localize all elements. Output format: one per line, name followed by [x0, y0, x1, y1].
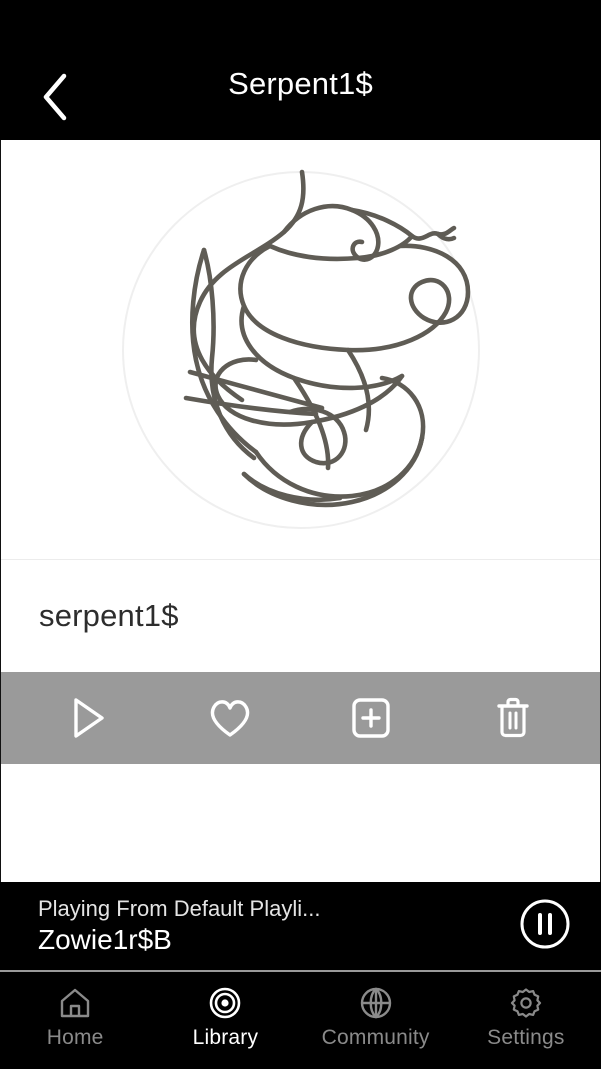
favorite-button[interactable] [194, 682, 266, 754]
pause-button[interactable] [517, 898, 573, 954]
play-icon [68, 696, 108, 740]
home-icon [58, 986, 92, 1020]
nav-label-home: Home [46, 1026, 104, 1049]
artwork-container [1, 140, 600, 560]
nav-item-settings[interactable]: Settings [451, 986, 601, 1050]
now-playing-title: Zowie1r$B [38, 924, 172, 955]
heart-icon [207, 697, 253, 739]
add-to-playlist-button[interactable] [335, 682, 407, 754]
now-playing-bar[interactable]: Playing From Default Playli... Zowie1r$B [0, 882, 601, 970]
gear-icon [509, 986, 543, 1020]
now-playing-source: Playing From Default Playli... [38, 896, 321, 921]
track-name-row: serpent1$ [1, 560, 600, 672]
now-playing-text: Playing From Default Playli... Zowie1r$B [38, 895, 517, 957]
nav-item-library[interactable]: Library [150, 986, 300, 1050]
top-app-bar: Serpent1$ [0, 0, 601, 140]
music-library-detail-screen: Serpent1$ serpent1$ Playing From Default… [0, 0, 601, 1069]
back-button[interactable] [24, 66, 86, 128]
delete-button[interactable] [477, 682, 549, 754]
content-sheet: serpent1$ [0, 140, 601, 882]
track-name: serpent1$ [39, 598, 179, 633]
serpent-line-art [116, 150, 486, 550]
nav-label-settings: Settings [487, 1026, 565, 1049]
globe-icon [359, 986, 393, 1020]
nav-label-library: Library [192, 1026, 259, 1049]
target-icon [208, 986, 242, 1020]
nav-label-community: Community [321, 1026, 430, 1049]
nav-item-community[interactable]: Community [301, 986, 451, 1050]
nav-item-home[interactable]: Home [0, 986, 150, 1050]
sheet-empty-area [1, 764, 600, 882]
chevron-left-icon [38, 72, 72, 122]
page-title: Serpent1$ [228, 66, 373, 101]
pause-circle-icon [518, 897, 572, 956]
play-button[interactable] [52, 682, 124, 754]
plus-box-icon [350, 696, 392, 740]
bottom-navigation: Home Library Community Settings [0, 972, 601, 1069]
trash-icon [493, 696, 533, 740]
action-bar [1, 672, 600, 764]
